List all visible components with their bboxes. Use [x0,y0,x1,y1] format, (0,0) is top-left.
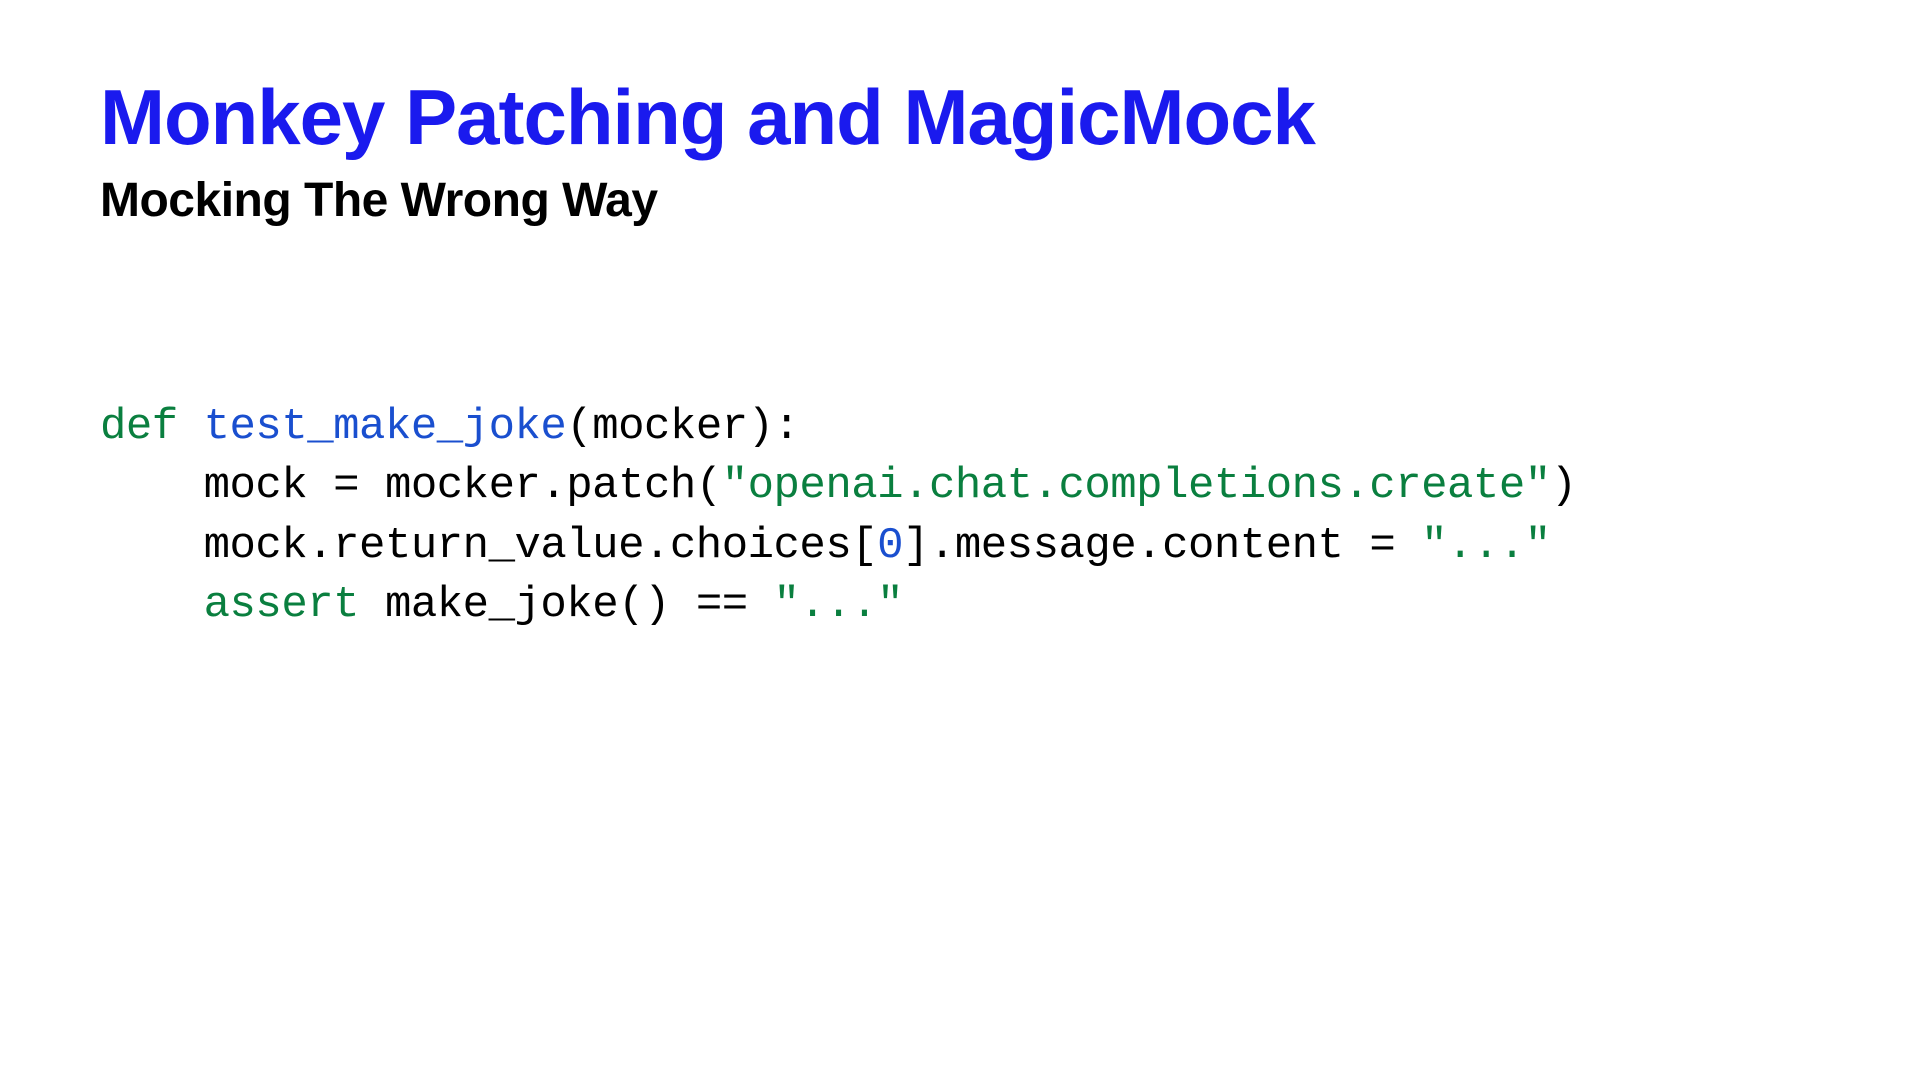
params: (mocker): [566,402,799,452]
code-line-4a: make_joke() == [359,580,773,630]
string-literal: "..." [1421,521,1551,571]
code-line-2b: ) [1551,461,1577,511]
code-line-2a: mock = mocker.patch( [100,461,722,511]
code-block: def test_make_joke(mocker): mock = mocke… [100,398,1820,636]
code-line-3b: ].message.content = [903,521,1421,571]
string-literal: "..." [774,580,904,630]
function-name: test_make_joke [204,402,567,452]
string-literal: "openai.chat.completions.create" [722,461,1551,511]
code-line-3a: mock.return_value.choices[ [100,521,877,571]
slide-title: Monkey Patching and MagicMock [100,75,1820,161]
number-literal: 0 [877,521,903,571]
slide-subtitle: Mocking The Wrong Way [100,173,1820,228]
code-line-4-indent [100,580,204,630]
keyword-assert: assert [204,580,359,630]
keyword-def: def [100,402,178,452]
